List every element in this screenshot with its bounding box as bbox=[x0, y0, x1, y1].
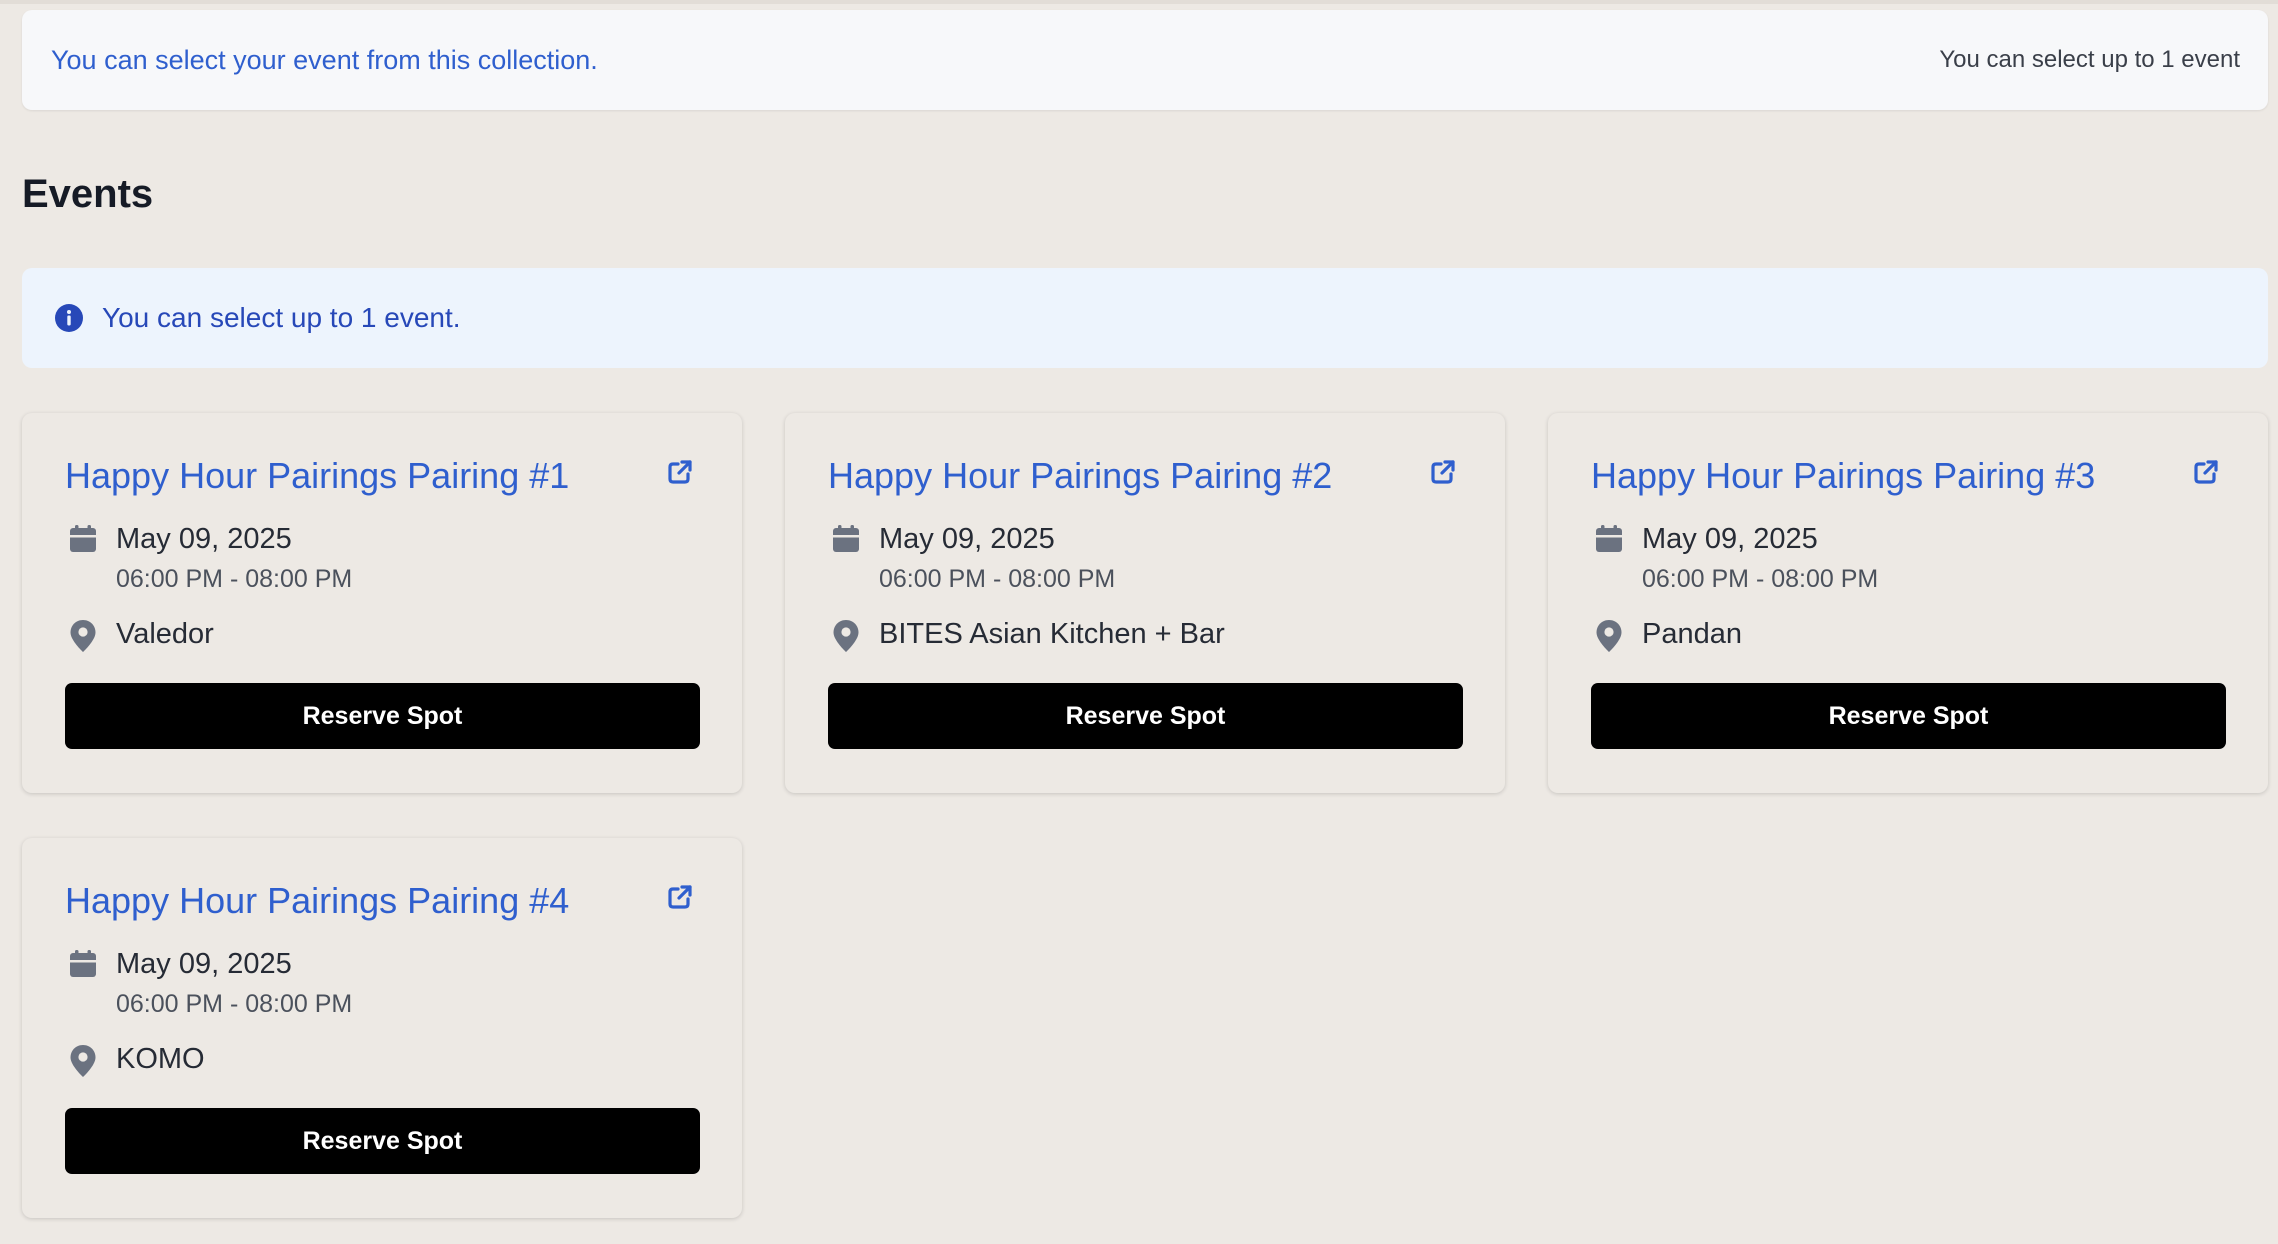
event-venue: Valedor bbox=[116, 618, 214, 650]
event-time: 06:00 PM - 08:00 PM bbox=[1642, 565, 1879, 593]
calendar-icon bbox=[68, 949, 98, 979]
event-title-link[interactable]: Happy Hour Pairings Pairing #4 bbox=[65, 880, 569, 922]
selection-limit-text: You can select up to 1 event bbox=[1939, 46, 2240, 73]
event-time: 06:00 PM - 08:00 PM bbox=[116, 565, 353, 593]
event-date: May 09, 2025 bbox=[116, 948, 292, 980]
info-banner-text: You can select up to 1 event. bbox=[102, 302, 461, 333]
reserve-spot-button[interactable]: Reserve Spot bbox=[65, 683, 700, 749]
calendar-icon bbox=[1594, 524, 1624, 554]
reserve-spot-button[interactable]: Reserve Spot bbox=[65, 1108, 700, 1174]
event-date: May 09, 2025 bbox=[1642, 523, 1818, 555]
external-link-icon[interactable] bbox=[1429, 458, 1457, 486]
page-title: Events bbox=[22, 172, 154, 216]
location-pin-icon bbox=[69, 1044, 97, 1078]
location-pin-icon bbox=[69, 619, 97, 653]
reserve-spot-button[interactable]: Reserve Spot bbox=[1591, 683, 2226, 749]
info-icon bbox=[54, 303, 84, 333]
event-time: 06:00 PM - 08:00 PM bbox=[879, 565, 1116, 593]
event-card: Happy Hour Pairings Pairing #3 May 09, 2… bbox=[1548, 413, 2268, 793]
event-venue: BITES Asian Kitchen + Bar bbox=[879, 618, 1225, 650]
collection-message: You can select your event from this coll… bbox=[51, 44, 598, 75]
event-venue: Pandan bbox=[1642, 618, 1742, 650]
event-card: Happy Hour Pairings Pairing #4 May 09, 2… bbox=[22, 838, 742, 1218]
info-banner: You can select up to 1 event. bbox=[22, 268, 2268, 368]
external-link-icon[interactable] bbox=[666, 458, 694, 486]
event-date: May 09, 2025 bbox=[116, 523, 292, 555]
event-card: Happy Hour Pairings Pairing #1 May 09, 2… bbox=[22, 413, 742, 793]
calendar-icon bbox=[68, 524, 98, 554]
event-card: Happy Hour Pairings Pairing #2 May 09, 2… bbox=[785, 413, 1505, 793]
event-date: May 09, 2025 bbox=[879, 523, 1055, 555]
event-title-link[interactable]: Happy Hour Pairings Pairing #1 bbox=[65, 455, 569, 497]
reserve-spot-button[interactable]: Reserve Spot bbox=[828, 683, 1463, 749]
calendar-icon bbox=[831, 524, 861, 554]
event-venue: KOMO bbox=[116, 1043, 205, 1075]
event-time: 06:00 PM - 08:00 PM bbox=[116, 990, 353, 1018]
location-pin-icon bbox=[1595, 619, 1623, 653]
external-link-icon[interactable] bbox=[666, 883, 694, 911]
event-title-link[interactable]: Happy Hour Pairings Pairing #2 bbox=[828, 455, 1332, 497]
location-pin-icon bbox=[832, 619, 860, 653]
top-divider bbox=[0, 0, 2278, 4]
event-title-link[interactable]: Happy Hour Pairings Pairing #3 bbox=[1591, 455, 2095, 497]
external-link-icon[interactable] bbox=[2192, 458, 2220, 486]
collection-header: You can select your event from this coll… bbox=[22, 10, 2268, 110]
